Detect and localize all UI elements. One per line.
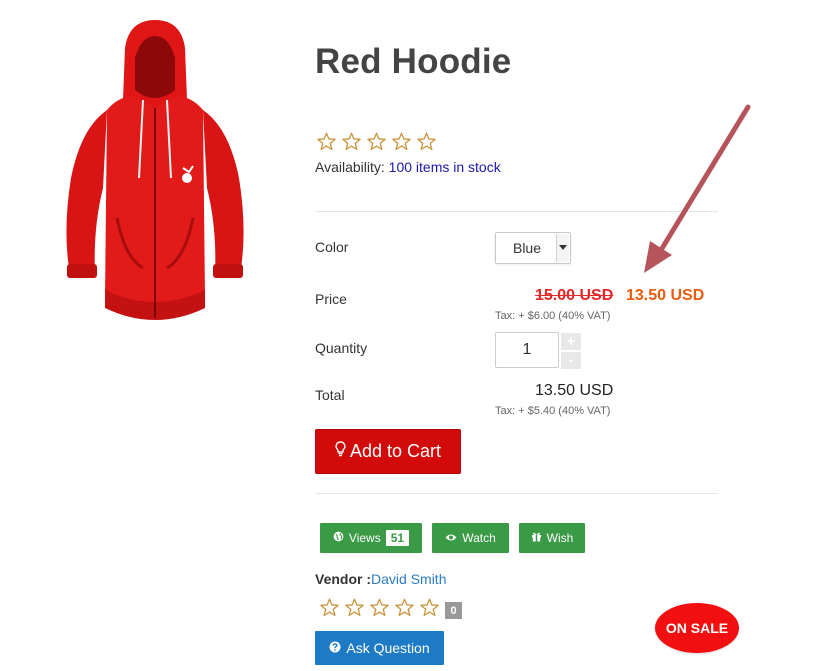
ask-question-button[interactable]: Ask Question	[315, 631, 444, 665]
quantity-input[interactable]: 1	[495, 332, 559, 368]
star-icon[interactable]	[391, 131, 412, 152]
product-rating[interactable]	[316, 131, 437, 152]
divider	[315, 211, 718, 212]
watch-button[interactable]: Watch	[432, 523, 509, 553]
annotation-arrow	[630, 95, 770, 285]
total-tax: Tax: + $5.40 (40% VAT)	[495, 405, 611, 417]
quantity-increase-button[interactable]: +	[561, 333, 581, 350]
views-label: Views	[348, 531, 381, 545]
wish-label: Wish	[546, 531, 574, 545]
star-icon[interactable]	[419, 597, 440, 618]
quantity-decrease-button[interactable]: -	[561, 352, 581, 369]
vendor-line: Vendor :David Smith	[315, 571, 446, 587]
color-select[interactable]: Blue	[495, 232, 571, 264]
vendor-rating[interactable]: 0	[319, 596, 462, 619]
color-select-value: Blue	[512, 240, 542, 256]
star-icon[interactable]	[416, 131, 437, 152]
views-button[interactable]: Views 51	[320, 523, 422, 553]
star-icon[interactable]	[369, 597, 390, 618]
availability-label: Availability:	[315, 159, 385, 175]
wish-button[interactable]: Wish	[519, 523, 585, 553]
views-count: 51	[385, 530, 410, 546]
add-to-cart-label: Add to Cart	[349, 441, 442, 461]
eye-icon	[445, 531, 457, 545]
star-icon[interactable]	[344, 597, 365, 618]
stock-count: 100 items in stock	[388, 159, 501, 175]
star-icon[interactable]	[319, 597, 340, 618]
star-icon[interactable]	[394, 597, 415, 618]
globe-icon	[333, 531, 344, 545]
star-icon[interactable]	[366, 131, 387, 152]
price-tax: Tax: + $6.00 (40% VAT)	[495, 310, 611, 322]
vendor-link[interactable]: David Smith	[371, 571, 446, 587]
price-label: Price	[315, 291, 347, 307]
divider	[315, 493, 718, 494]
add-to-cart-button[interactable]: Add to Cart	[315, 429, 461, 474]
old-price: 15.00 USD	[535, 287, 614, 304]
availability: Availability: 100 items in stock	[315, 159, 501, 175]
question-circle-icon	[329, 640, 341, 656]
total-label: Total	[315, 387, 345, 403]
star-icon[interactable]	[316, 131, 337, 152]
watch-label: Watch	[462, 531, 496, 545]
quantity-label: Quantity	[315, 340, 368, 356]
on-sale-badge: ON SALE	[655, 603, 739, 653]
vendor-rating-count: 0	[445, 602, 462, 619]
product-title: Red Hoodie	[315, 42, 512, 81]
lightbulb-icon	[335, 441, 346, 462]
vendor-label: Vendor :	[315, 571, 372, 587]
gift-icon	[531, 531, 542, 545]
ask-question-label: Ask Question	[346, 640, 430, 656]
total-price: 13.50 USD	[535, 382, 614, 399]
sale-price: 13.50 USD	[626, 287, 705, 304]
chevron-down-icon	[556, 234, 569, 262]
product-image	[55, 18, 255, 328]
star-icon[interactable]	[341, 131, 362, 152]
color-label: Color	[315, 239, 349, 255]
